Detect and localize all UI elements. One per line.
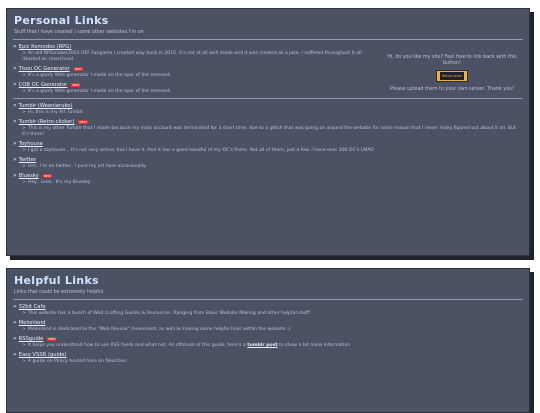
- upload-note: Please upload them to your own server. T…: [390, 87, 514, 92]
- double-chevron-icon: »: [13, 43, 17, 50]
- link-32bit-cafe[interactable]: 32bit Cafe: [19, 304, 46, 310]
- link-easy-vssr[interactable]: Easy VSSR (guide): [19, 352, 67, 358]
- link-twitter[interactable]: Twitter: [19, 157, 36, 163]
- list-item: » 32bit Cafe > This website has a bunch of…: [13, 304, 523, 317]
- double-chevron-icon: »: [13, 118, 17, 125]
- double-chevron-icon: »: [13, 303, 17, 310]
- link-tison-generator[interactable]: Tison OC Generator: [19, 66, 70, 72]
- item-description: Melonland is dedicated to the "Web Reviv…: [27, 327, 291, 332]
- arrow-icon: >: [22, 164, 26, 169]
- divider: [13, 98, 523, 99]
- link-melonland[interactable]: Melonland: [19, 320, 46, 326]
- double-chevron-icon: »: [13, 65, 17, 72]
- list-item: » Toyhouse > I got a toyhouse... It's not …: [13, 141, 523, 154]
- item-description: It's a goofy little generator I made on …: [27, 89, 172, 94]
- double-chevron-icon: »: [13, 319, 17, 326]
- banner-text: Retroclicker: [440, 72, 464, 80]
- link-rssguide[interactable]: RSSguide: [19, 336, 44, 342]
- arrow-icon: >: [22, 327, 26, 332]
- link-bluesky[interactable]: Bluesky: [19, 173, 39, 179]
- double-chevron-icon: »: [13, 81, 17, 88]
- arrow-icon: >: [22, 110, 26, 115]
- new-badge: NEW: [42, 174, 52, 178]
- list-item: » Twitter > Um.. I'm on twitter.. I post m…: [13, 157, 523, 170]
- list-item: » Epic Komodos (RPG) > An old RPGmaker2003…: [13, 44, 363, 63]
- link-back-button[interactable]: Retroclicker: [436, 70, 468, 82]
- link-toyhouse[interactable]: Toyhouse: [19, 141, 43, 147]
- double-chevron-icon: »: [13, 335, 17, 342]
- list-item: » Bluesky NEW > Hey.. Look.. It's my Bluesk…: [13, 173, 523, 186]
- list-item: » Tumblr (Weenieruko) > Hi, this is my Art…: [13, 103, 523, 116]
- arrow-icon: >: [22, 311, 26, 316]
- item-description: This is my other Tumblr that I made beca…: [22, 126, 516, 137]
- item-description: Hey.. Look.. It's my Bluesky: [27, 180, 91, 185]
- double-chevron-icon: »: [13, 102, 17, 109]
- list-item: » COB OC Generator NEW > It's a goofy littl…: [13, 82, 363, 95]
- item-description: I got a toyhouse... It's not very active…: [27, 148, 375, 153]
- helpful-links-panel: Helpful Links Links that could be extrem…: [6, 268, 530, 413]
- double-chevron-icon: »: [13, 140, 17, 147]
- link-back-box: Hi, do you like my site? Feel free to li…: [382, 55, 522, 93]
- arrow-icon: >: [22, 343, 26, 348]
- arrow-icon: >: [22, 126, 26, 131]
- new-badge: NEW: [78, 120, 88, 124]
- new-badge: NEW: [73, 67, 83, 71]
- item-description: It's a goofy little generator I made on …: [27, 73, 172, 78]
- divider: [13, 39, 523, 40]
- personal-links-panel: Personal Links Stuff that I have created…: [6, 8, 530, 256]
- arrow-icon: >: [22, 148, 26, 153]
- new-badge: NEW: [47, 337, 57, 341]
- item-description: This website has a bunch of Web Crafting…: [27, 311, 311, 316]
- personal-links-title: Personal Links: [14, 14, 109, 27]
- double-chevron-icon: »: [13, 156, 17, 163]
- list-item: » Tumblr (Retro-clicker) NEW > This is my o…: [13, 119, 523, 138]
- link-back-text: Hi, do you like my site? Feel free to li…: [387, 55, 517, 66]
- item-description: An old RPGmaker2003 OFF Fangame I create…: [22, 51, 364, 62]
- list-item: » Easy VSSR (guide) > A guide on Piracy ho…: [13, 352, 523, 365]
- double-chevron-icon: »: [13, 351, 17, 358]
- list-item: » RSSguide NEW > It helps you understand ho…: [13, 336, 523, 349]
- item-description: Hi, this is my Art Tumblr.: [27, 110, 85, 115]
- arrow-icon: >: [22, 180, 26, 185]
- tumblr-post-link[interactable]: tumblr post: [247, 343, 277, 348]
- item-description: It helps you understand how to use RSS f…: [27, 343, 246, 348]
- link-cob-generator[interactable]: COB OC Generator: [19, 82, 68, 88]
- arrow-icon: >: [22, 51, 26, 56]
- link-tumblr-weenieruko[interactable]: Tumblr (Weenieruko): [19, 103, 73, 109]
- arrow-icon: >: [22, 73, 26, 78]
- double-chevron-icon: »: [13, 172, 17, 179]
- arrow-icon: >: [22, 359, 26, 364]
- helpful-links-subtitle: Links that could be extremely helpful: [14, 290, 104, 295]
- item-description: A guide on Piracy hosted here on Neociti…: [27, 359, 127, 364]
- item-description: Um.. I'm on twitter.. I post my art here…: [27, 164, 147, 169]
- personal-links-subtitle: Stuff that I have created / some other w…: [14, 30, 144, 35]
- link-epic-komodos[interactable]: Epic Komodos (RPG): [19, 44, 72, 50]
- new-badge: NEW: [71, 83, 81, 87]
- item-description-after: to show a bit more information: [279, 343, 351, 348]
- divider: [13, 299, 523, 300]
- link-tumblr-retro-clicker[interactable]: Tumblr (Retro-clicker): [19, 119, 75, 125]
- arrow-icon: >: [22, 89, 26, 94]
- list-item: » Tison OC Generator NEW > It's a goofy lit…: [13, 66, 363, 79]
- helpful-links-title: Helpful Links: [14, 274, 99, 287]
- list-item: » Melonland > Melonland is dedicated to th…: [13, 320, 523, 333]
